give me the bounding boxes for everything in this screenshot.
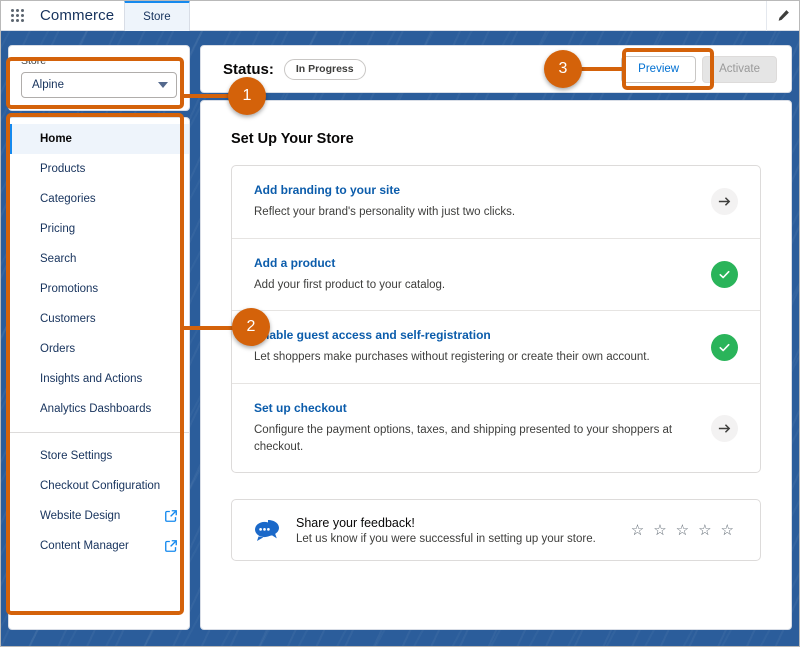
sidebar-item-customers[interactable]: Customers xyxy=(9,304,189,334)
sidebar-item-label: Orders xyxy=(40,343,76,355)
sidebar-item-label: Products xyxy=(40,163,86,175)
sidebar-item-label: Search xyxy=(40,253,77,265)
sidebar-item-label: Pricing xyxy=(40,223,76,235)
setup-task-row[interactable]: Enable guest access and self-registratio… xyxy=(232,311,760,385)
annotation-badge-3: 3 xyxy=(544,50,582,88)
sidebar-item-label: Website Design xyxy=(40,510,121,522)
setup-task-list: Add branding to your site Reflect your b… xyxy=(231,165,761,474)
activate-button: Activate xyxy=(702,55,777,83)
rating-star[interactable]: ☆ xyxy=(721,523,734,538)
left-column: Store Alpine Home Products Categories Pr… xyxy=(8,45,190,630)
feedback-text: Share your feedback! Let us know if you … xyxy=(288,516,631,545)
setup-task-description: Reflect your brand's personality with ju… xyxy=(254,206,516,218)
setup-task-text: Enable guest access and self-registratio… xyxy=(254,328,711,366)
feedback-title: Share your feedback! xyxy=(296,515,415,530)
rating-star[interactable]: ☆ xyxy=(653,523,666,538)
rating-star[interactable]: ☆ xyxy=(698,523,711,538)
store-select-value: Alpine xyxy=(32,79,64,91)
rating-stars: ☆ ☆ ☆ ☆ ☆ xyxy=(631,523,734,538)
sidebar-item-content-manager[interactable]: Content Manager xyxy=(9,531,189,561)
check-circle-icon xyxy=(711,261,738,288)
setup-task-text: Set up checkout Configure the payment op… xyxy=(254,401,711,455)
setup-task-title[interactable]: Enable guest access and self-registratio… xyxy=(254,328,691,342)
app-name: Commerce xyxy=(40,6,115,24)
pencil-icon xyxy=(778,9,789,21)
store-selector-card: Store Alpine xyxy=(8,45,190,111)
global-header: Commerce Store xyxy=(0,0,800,31)
sidebar-item-store-settings[interactable]: Store Settings xyxy=(9,441,189,471)
status-bar: Status: In Progress Preview Activate xyxy=(200,45,792,93)
sidebar-item-products[interactable]: Products xyxy=(9,154,189,184)
sidebar-item-label: Analytics Dashboards xyxy=(40,403,152,415)
annotation-badge-1: 1 xyxy=(228,77,266,115)
store-field-label: Store xyxy=(21,55,47,67)
sidebar-item-website-design[interactable]: Website Design xyxy=(9,501,189,531)
status-badge: In Progress xyxy=(283,58,366,80)
rating-star[interactable]: ☆ xyxy=(676,523,689,538)
setup-task-description: Add your first product to your catalog. xyxy=(254,278,446,291)
app-launcher-button[interactable] xyxy=(0,0,34,31)
sidebar-item-home[interactable]: Home xyxy=(9,124,189,154)
feedback-subtitle: Let us know if you were successful in se… xyxy=(296,532,596,545)
setup-task-text: Add a product Add your first product to … xyxy=(254,256,711,294)
sidebar-divider xyxy=(9,432,189,433)
sidebar-item-insights-and-actions[interactable]: Insights and Actions xyxy=(9,364,189,394)
sidebar-item-pricing[interactable]: Pricing xyxy=(9,214,189,244)
external-link-icon xyxy=(165,540,177,552)
sidebar-filler xyxy=(9,561,189,629)
annotation-connector-1 xyxy=(180,94,232,98)
setup-task-row[interactable]: Add branding to your site Reflect your b… xyxy=(232,166,760,239)
sidebar-item-orders[interactable]: Orders xyxy=(9,334,189,364)
setup-task-title[interactable]: Add a product xyxy=(254,256,691,270)
sidebar-item-label: Store Settings xyxy=(40,450,113,462)
page-title: Set Up Your Store xyxy=(231,131,354,147)
store-select[interactable]: Alpine xyxy=(21,72,177,98)
rating-star[interactable]: ☆ xyxy=(631,523,644,538)
edit-button[interactable] xyxy=(766,0,800,31)
setup-task-title[interactable]: Set up checkout xyxy=(254,401,691,415)
setup-task-description: Let shoppers make purchases without regi… xyxy=(254,351,650,364)
setup-task-description: Configure the payment options, taxes, an… xyxy=(254,424,673,453)
sidebar-nav: Home Products Categories Pricing Search … xyxy=(8,117,190,630)
app-launcher-grid-icon xyxy=(10,8,24,22)
arrow-right-icon[interactable] xyxy=(711,188,738,216)
sidebar-item-label: Promotions xyxy=(40,283,99,295)
setup-task-row[interactable]: Set up checkout Configure the payment op… xyxy=(232,384,760,472)
sidebar-item-promotions[interactable]: Promotions xyxy=(9,274,189,304)
status-label: Status: xyxy=(223,60,274,78)
arrow-right-icon[interactable] xyxy=(711,414,738,442)
sidebar-item-label: Home xyxy=(40,133,72,145)
chat-bubbles-icon xyxy=(254,518,288,542)
annotation-connector-3 xyxy=(575,67,625,71)
external-link-icon xyxy=(165,510,177,522)
sidebar-item-categories[interactable]: Categories xyxy=(9,184,189,214)
tab-store[interactable]: Store xyxy=(124,0,190,31)
setup-task-title[interactable]: Add branding to your site xyxy=(254,183,691,197)
main-panel: Set Up Your Store Add branding to your s… xyxy=(200,100,792,630)
sidebar-item-analytics-dashboards[interactable]: Analytics Dashboards xyxy=(9,394,189,424)
annotation-badge-2: 2 xyxy=(232,308,270,346)
sidebar-item-checkout-configuration[interactable]: Checkout Configuration xyxy=(9,471,189,501)
annotation-connector-2 xyxy=(184,326,236,330)
sidebar-item-label: Customers xyxy=(40,313,96,325)
setup-task-text: Add branding to your site Reflect your b… xyxy=(254,183,711,221)
sidebar-item-label: Checkout Configuration xyxy=(40,480,161,492)
sidebar-item-label: Categories xyxy=(40,193,96,205)
preview-button[interactable]: Preview xyxy=(621,55,697,83)
setup-task-row[interactable]: Add a product Add your first product to … xyxy=(232,239,760,312)
feedback-card: Share your feedback! Let us know if you … xyxy=(231,499,761,562)
sidebar-item-label: Insights and Actions xyxy=(40,373,143,385)
chevron-down-icon xyxy=(158,82,168,88)
sidebar-item-label: Content Manager xyxy=(40,540,129,552)
sidebar-item-search[interactable]: Search xyxy=(9,244,189,274)
check-circle-icon xyxy=(711,333,738,361)
